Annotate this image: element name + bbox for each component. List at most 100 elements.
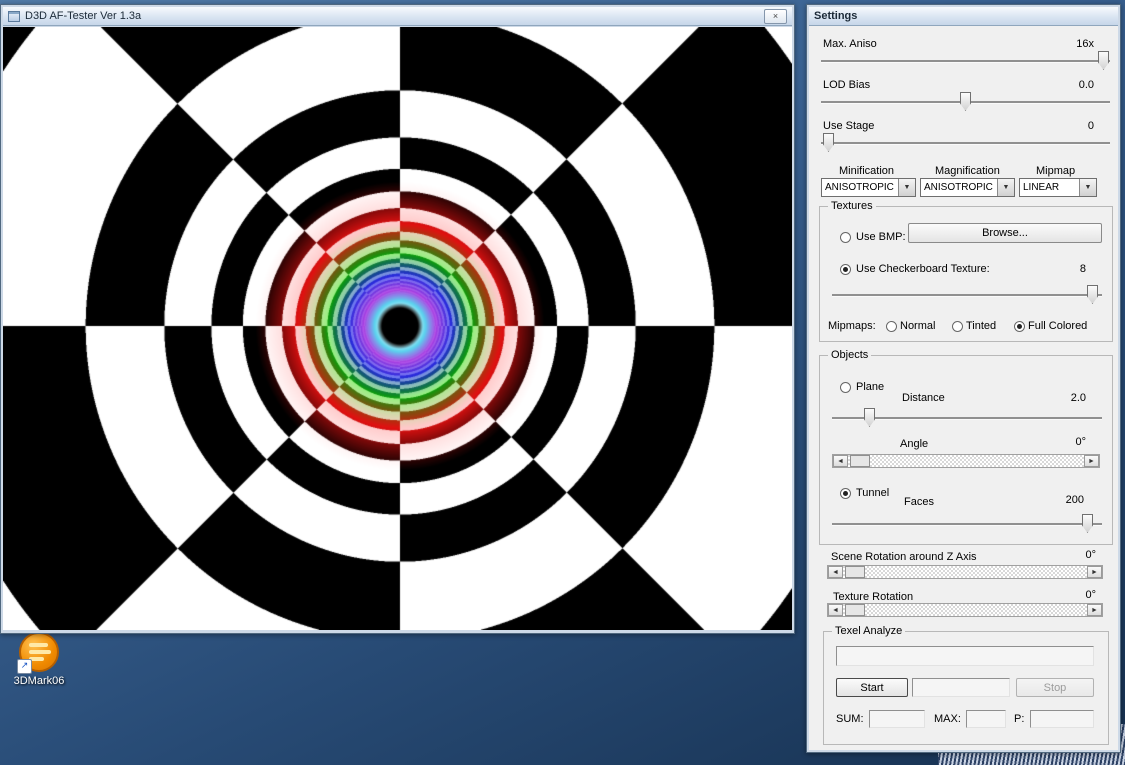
scene-rotation-scroll-left-button[interactable]: ◄ <box>828 566 843 578</box>
browse-button[interactable]: Browse... <box>908 223 1102 243</box>
angle-scrollbar[interactable]: ◄ ► <box>832 454 1100 468</box>
arrow-right-icon: ► <box>1088 457 1095 465</box>
faces-slider[interactable] <box>832 514 1102 534</box>
minification-dropdown[interactable]: ANISOTROPIC ▼ <box>821 178 916 197</box>
desktop-icon-label: 3DMark06 <box>13 675 65 687</box>
settings-titlebar[interactable]: Settings <box>809 7 1118 26</box>
distance-slider-thumb[interactable] <box>864 408 875 427</box>
texel-analyze-group: Texel Analyze Start Stop SUM: MAX: P: <box>823 625 1109 745</box>
mipmaps-label: Mipmaps: <box>828 320 876 332</box>
texture-rotation-scroll-right-button[interactable]: ► <box>1087 604 1102 616</box>
max-aniso-slider-thumb[interactable] <box>1098 51 1109 70</box>
max-label: MAX: <box>934 713 961 725</box>
chevron-down-icon: ▼ <box>903 184 911 191</box>
magnification-dropdown-button[interactable]: ▼ <box>997 179 1014 196</box>
scene-rotation-scrollbar-track[interactable] <box>843 566 1087 578</box>
lod-bias-slider[interactable] <box>821 92 1110 112</box>
settings-body: Max. Aniso 16x LOD Bias 0.0 Use Stage 0 … <box>809 26 1118 750</box>
use-stage-slider-thumb[interactable] <box>823 133 834 152</box>
texture-rotation-value: 0° <box>1085 589 1096 601</box>
mipmaps-full-colored-label[interactable]: Full Colored <box>1028 320 1087 332</box>
scene-rotation-scrollbar-thumb[interactable] <box>845 566 865 578</box>
distance-slider[interactable] <box>832 408 1102 428</box>
settings-panel: Settings Max. Aniso 16x LOD Bias 0.0 Use… <box>806 4 1121 753</box>
tunnel-radio[interactable] <box>840 488 851 499</box>
use-checkerboard-label[interactable]: Use Checkerboard Texture: <box>856 263 990 275</box>
mipmap-dropdown-button[interactable]: ▼ <box>1079 179 1096 196</box>
chevron-down-icon: ▼ <box>1002 184 1010 191</box>
3dmark-logo-bar <box>29 650 51 654</box>
mipmaps-tinted-radio[interactable] <box>952 321 963 332</box>
main-window: D3D AF-Tester Ver 1.3a × <box>0 4 795 634</box>
chevron-down-icon: ▼ <box>1084 184 1092 191</box>
start-button-label: Start <box>860 681 884 694</box>
main-window-titlebar[interactable]: D3D AF-Tester Ver 1.3a × <box>3 7 792 26</box>
use-stage-slider-groove <box>821 142 1110 144</box>
faces-label: Faces <box>904 496 934 508</box>
faces-slider-thumb[interactable] <box>1082 514 1093 533</box>
texel-analyze-group-title: Texel Analyze <box>832 625 906 637</box>
magnification-dropdown-value: ANISOTROPIC <box>924 182 993 193</box>
stop-button: Stop <box>1016 678 1094 697</box>
magnification-dropdown[interactable]: ANISOTROPIC ▼ <box>920 178 1015 197</box>
use-stage-slider[interactable] <box>821 133 1110 153</box>
textures-group-title: Textures <box>828 200 876 212</box>
texel-analyze-field[interactable] <box>836 646 1094 666</box>
max-aniso-slider-groove <box>821 60 1110 62</box>
distance-value: 2.0 <box>1070 392 1086 404</box>
textures-group: Textures Use BMP: Browse... Use Checkerb… <box>819 200 1113 342</box>
close-icon: × <box>772 11 779 21</box>
mipmaps-normal-radio[interactable] <box>886 321 897 332</box>
mipmaps-full-colored-radio[interactable] <box>1014 321 1025 332</box>
sum-label: SUM: <box>836 713 864 725</box>
texture-rotation-label: Texture Rotation <box>833 591 914 603</box>
use-bmp-label[interactable]: Use BMP: <box>856 231 906 243</box>
lod-bias-slider-thumb[interactable] <box>960 92 971 111</box>
use-stage-value: 0 <box>1087 120 1094 132</box>
minification-dropdown-button[interactable]: ▼ <box>898 179 915 196</box>
use-bmp-radio[interactable] <box>840 232 851 243</box>
scene-rotation-scroll-right-button[interactable]: ► <box>1087 566 1102 578</box>
objects-group: Objects Plane Distance 2.0 Angle 0° ◄ ► <box>819 349 1113 545</box>
tunnel-label[interactable]: Tunnel <box>856 487 889 499</box>
mipmaps-tinted-label[interactable]: Tinted <box>966 320 996 332</box>
browse-button-label: Browse... <box>982 227 1028 239</box>
scene-rotation-scrollbar[interactable]: ◄ ► <box>827 565 1103 579</box>
arrow-left-icon: ◄ <box>832 606 839 614</box>
faces-value: 200 <box>1065 494 1084 506</box>
texture-rotation-scrollbar[interactable]: ◄ ► <box>827 603 1103 617</box>
max-field[interactable] <box>966 710 1006 728</box>
mipmap-dropdown[interactable]: LINEAR ▼ <box>1019 178 1097 197</box>
sum-field[interactable] <box>869 710 925 728</box>
plane-radio[interactable] <box>840 382 851 393</box>
plane-label[interactable]: Plane <box>856 381 884 393</box>
checkerboard-slider-thumb[interactable] <box>1087 285 1098 304</box>
angle-scrollbar-track[interactable] <box>848 455 1084 467</box>
3dmark-icon: ↗ <box>17 632 59 674</box>
texel-analyze-mid-field[interactable] <box>912 678 1010 697</box>
minification-dropdown-value: ANISOTROPIC <box>825 182 894 193</box>
mipmaps-normal-label[interactable]: Normal <box>900 320 935 332</box>
checkerboard-slider[interactable] <box>832 285 1102 305</box>
desktop-icon-3dmark06[interactable]: ↗ 3DMark06 <box>8 632 70 687</box>
texture-rotation-scrollbar-thumb[interactable] <box>845 604 865 616</box>
texture-rotation-scrollbar-track[interactable] <box>843 604 1087 616</box>
angle-scrollbar-thumb[interactable] <box>850 455 870 467</box>
close-button[interactable]: × <box>764 8 787 24</box>
use-checkerboard-radio[interactable] <box>840 264 851 275</box>
p-field[interactable] <box>1030 710 1094 728</box>
settings-title: Settings <box>814 10 858 22</box>
faces-slider-groove <box>832 523 1102 525</box>
minification-label: Minification <box>839 165 895 177</box>
start-button[interactable]: Start <box>836 678 908 697</box>
angle-label: Angle <box>900 438 929 450</box>
arrow-left-icon: ◄ <box>832 568 839 576</box>
max-aniso-slider[interactable] <box>821 51 1110 71</box>
angle-scroll-right-button[interactable]: ► <box>1084 455 1099 467</box>
3dmark-logo-bar <box>29 643 48 647</box>
angle-scroll-left-button[interactable]: ◄ <box>833 455 848 467</box>
texture-rotation-scroll-left-button[interactable]: ◄ <box>828 604 843 616</box>
lod-bias-value: 0.0 <box>1078 79 1094 91</box>
p-label: P: <box>1014 713 1025 725</box>
stop-button-label: Stop <box>1043 681 1067 694</box>
